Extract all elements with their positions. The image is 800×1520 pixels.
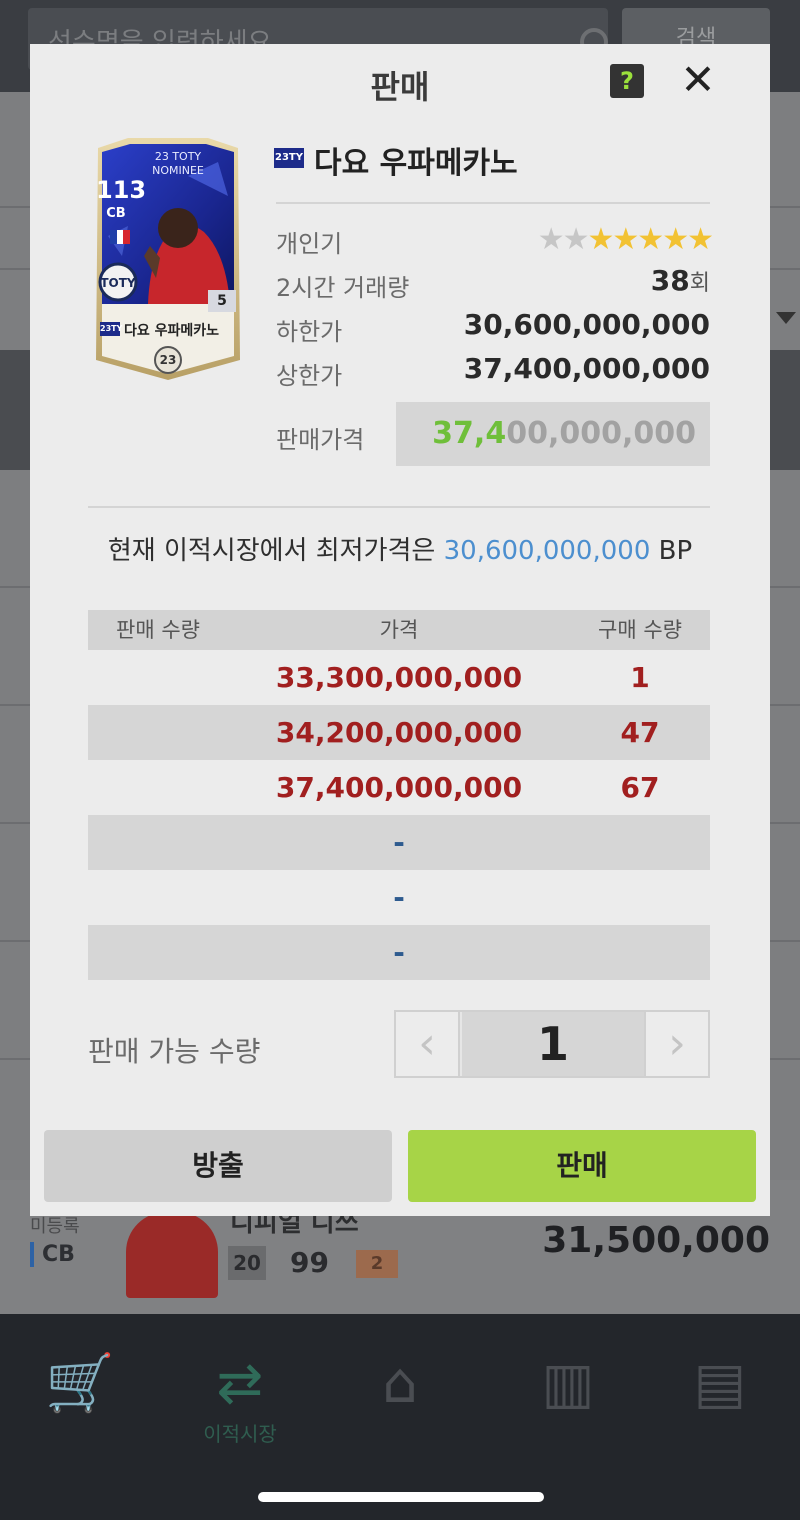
lowest-msg-suffix: BP xyxy=(650,536,693,566)
volume-unit: 회 xyxy=(689,271,710,296)
player-name: 다요 우파메카노 xyxy=(314,146,518,181)
home-icon: ⌂ xyxy=(382,1351,418,1416)
player-price: 31,500,000 xyxy=(542,1220,770,1261)
player-badge: 2 xyxy=(356,1250,398,1278)
popularity-label: 개인기 xyxy=(276,230,343,258)
help-icon[interactable]: ? xyxy=(610,64,644,98)
header-buy-qty: 구매 수량 xyxy=(598,618,682,642)
lowest-price-value: 30,600,000,000 xyxy=(443,536,651,566)
star-filled-icon: ★★★★★ xyxy=(587,222,714,257)
card-position: CB xyxy=(106,206,126,221)
dialog-title: 판매 xyxy=(370,68,430,106)
buy-qty-cell: 67 xyxy=(620,771,660,804)
popularity-stars: ★★★★★★★ xyxy=(537,222,714,257)
lowest-price-message: 현재 이적시장에서 최저가격은 30,600,000,000 BP xyxy=(30,530,770,567)
sale-price-rest: 00,000,000 xyxy=(506,416,696,451)
player-photo xyxy=(126,1212,218,1298)
quantity-stepper: ‹ 1 › xyxy=(394,1010,710,1078)
close-icon[interactable]: ✕ xyxy=(678,58,718,102)
sell-qty-cell xyxy=(88,870,228,925)
sale-price-field[interactable]: 37,400,000,000 xyxy=(396,402,710,466)
dropdown-arrow-icon[interactable] xyxy=(776,312,796,324)
price-cell: 37,400,000,000 xyxy=(275,771,523,804)
price-cell: - xyxy=(393,881,405,914)
france-flag-icon xyxy=(110,230,131,244)
nav-locker[interactable]: ▤ xyxy=(660,1354,780,1414)
card-enhance-level: 5 xyxy=(208,290,236,312)
sell-qty-cell xyxy=(88,815,228,870)
table-header: 판매 수량 가격 구매 수량 xyxy=(88,610,710,650)
player-level: 20 xyxy=(228,1246,266,1280)
sell-qty-cell xyxy=(88,705,228,760)
buy-qty-cell: 47 xyxy=(620,716,660,749)
table-row[interactable]: 37,400,000,000 67 xyxy=(88,760,710,815)
table-row[interactable]: 34,200,000,000 47 xyxy=(88,705,710,760)
available-qty-label: 판매 가능 수량 xyxy=(88,1035,261,1068)
sale-price-label: 판매가격 xyxy=(276,426,365,454)
sell-button[interactable]: 판매 xyxy=(408,1130,756,1202)
player-season-tag: 23TY xyxy=(274,148,304,168)
sale-price-highlight: 37,4 xyxy=(432,416,507,451)
chevron-right-icon[interactable]: › xyxy=(644,1012,708,1076)
card-player-name: 다요 우파메카노 xyxy=(124,323,220,339)
card-season-badge: 23 xyxy=(154,346,182,374)
bottom-navigation: 🛒 ⇄ 이적시장 ⌂ ▥ ▤ xyxy=(0,1314,800,1520)
buy-qty-cell xyxy=(570,815,710,870)
info-divider xyxy=(276,202,710,204)
price-cell: - xyxy=(393,936,405,969)
price-cell: 34,200,000,000 xyxy=(275,716,523,749)
card-season-tag: 23TY xyxy=(100,322,122,336)
buy-qty-cell: 1 xyxy=(630,661,650,694)
lowest-msg-prefix: 현재 이적시장에서 최저가격은 xyxy=(107,536,444,566)
transfer-icon: ⇄ xyxy=(216,1351,264,1416)
squad-icon: ▥ xyxy=(541,1351,595,1416)
nav-transfer-market[interactable]: ⇄ 이적시장 xyxy=(180,1354,300,1447)
buy-qty-cell xyxy=(570,925,710,980)
player-ovr: 99 xyxy=(290,1246,329,1279)
player-position: CB xyxy=(30,1242,75,1267)
home-indicator[interactable] xyxy=(258,1492,544,1502)
nav-home[interactable]: ⌂ xyxy=(340,1354,460,1414)
max-price-label: 상한가 xyxy=(276,362,343,390)
locker-icon: ▤ xyxy=(693,1351,747,1416)
card-ovr: 113 xyxy=(96,176,147,204)
min-price-value: 30,600,000,000 xyxy=(463,308,710,341)
sell-qty-cell xyxy=(88,760,228,815)
volume-count: 38 xyxy=(650,264,690,297)
volume-label: 2시간 거래량 xyxy=(276,274,410,302)
sell-qty-cell xyxy=(88,925,228,980)
sell-qty-cell xyxy=(88,650,228,705)
volume-value: 38회 xyxy=(651,264,710,297)
star-empty-icon: ★★ xyxy=(537,222,590,257)
sale-price-value: 37,400,000,000 xyxy=(432,416,696,451)
nav-squad[interactable]: ▥ xyxy=(508,1354,628,1414)
svg-text:TOTY: TOTY xyxy=(100,276,136,290)
player-card: TOTY 23 TOTY NOMINEE 113 CB 5 23TY 다요 우파… xyxy=(88,136,248,382)
chevron-left-icon[interactable]: ‹ xyxy=(396,1012,460,1076)
table-row: - xyxy=(88,925,710,980)
nav-transfer-label: 이적시장 xyxy=(203,1422,277,1446)
buy-qty-cell xyxy=(570,870,710,925)
cart-icon: 🛒 xyxy=(45,1351,115,1416)
min-price-label: 하한가 xyxy=(276,318,343,346)
table-row: - xyxy=(88,870,710,925)
header-sell-qty: 판매 수량 xyxy=(116,618,200,642)
card-series: 23 TOTY xyxy=(154,150,202,163)
nav-cart[interactable]: 🛒 xyxy=(20,1354,140,1414)
quantity-value: 1 xyxy=(462,1012,644,1076)
order-book-table: 판매 수량 가격 구매 수량 33,300,000,000 1 34,200,0… xyxy=(88,610,710,980)
header-price: 가격 xyxy=(379,618,419,642)
release-button[interactable]: 방출 xyxy=(44,1130,392,1202)
price-cell: 33,300,000,000 xyxy=(275,661,523,694)
section-divider xyxy=(88,506,710,508)
table-row[interactable]: 33,300,000,000 1 xyxy=(88,650,710,705)
table-row: - xyxy=(88,815,710,870)
price-cell: - xyxy=(393,826,405,859)
max-price-value: 37,400,000,000 xyxy=(463,352,710,385)
sell-dialog: 판매 ? ✕ TOTY 23 TOTY NOMINEE 113 CB 5 23T… xyxy=(30,44,770,1216)
